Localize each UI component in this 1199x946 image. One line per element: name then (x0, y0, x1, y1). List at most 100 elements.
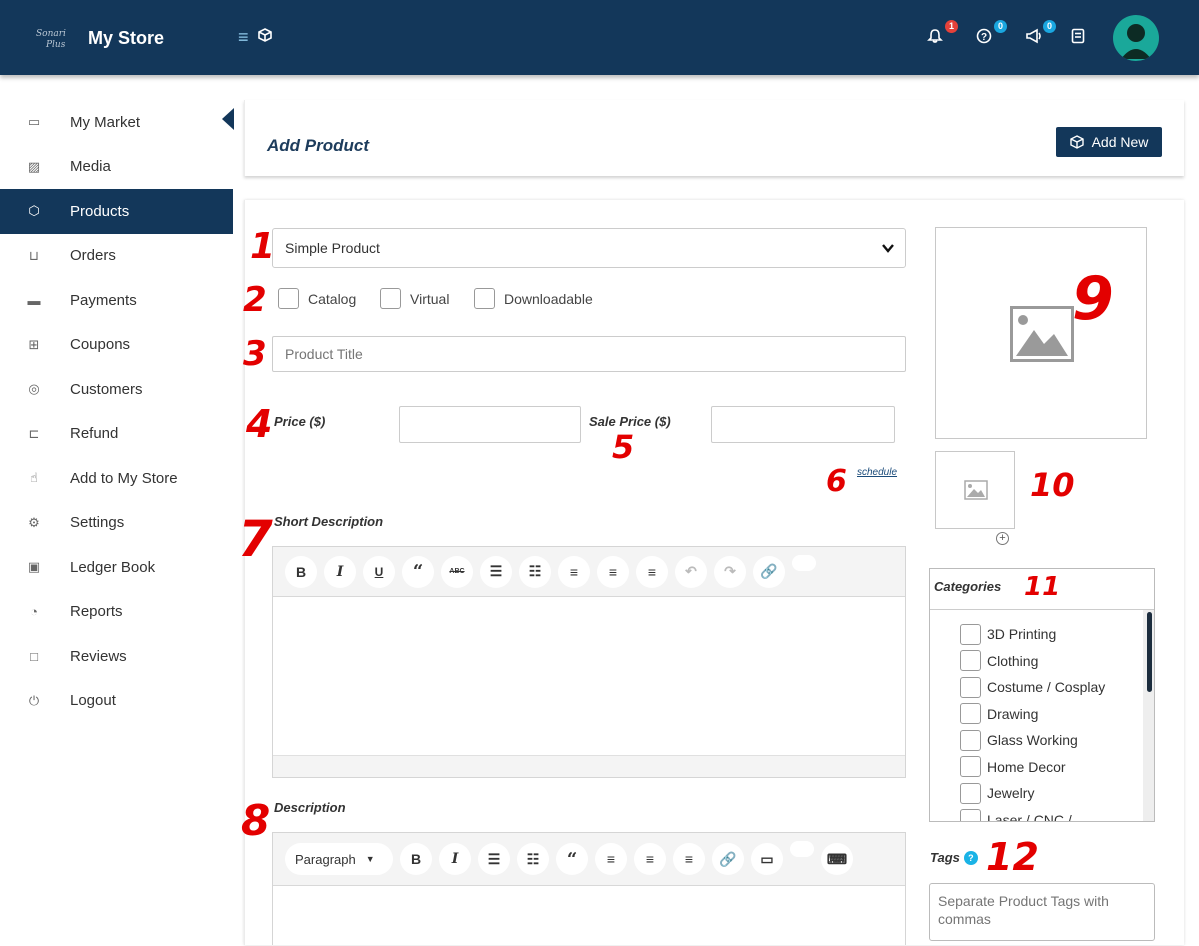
bullet-list-button[interactable]: ☰ (480, 555, 512, 588)
product-title-input[interactable] (272, 336, 906, 372)
store-logo[interactable]: Sonari Plus (36, 26, 80, 50)
short-description-label: Short Description (274, 514, 384, 529)
underline-button[interactable]: U (363, 555, 395, 588)
sidebar-item-add-to-my-store[interactable]: ☝ Add to My Store (0, 456, 233, 501)
italic-button[interactable]: I (324, 555, 356, 588)
downloadable-checkbox-row[interactable]: Downloadable (474, 288, 593, 309)
virtual-checkbox[interactable] (380, 288, 401, 309)
schedule-link[interactable]: schedule (857, 467, 897, 478)
category-checkbox[interactable] (960, 650, 981, 672)
description-content[interactable] (273, 886, 905, 946)
link-button[interactable]: 🔗 (753, 555, 785, 588)
tags-input[interactable] (929, 883, 1155, 941)
category-checkbox[interactable] (960, 703, 981, 725)
short-description-content[interactable] (273, 597, 905, 755)
category-item[interactable]: 3D Printing (960, 621, 1154, 648)
category-checkbox[interactable] (960, 729, 981, 751)
link-button[interactable]: 🔗 (712, 843, 744, 875)
category-item[interactable]: Home Decor (960, 754, 1154, 781)
strikethrough-button[interactable]: ABC (441, 555, 473, 588)
hamburger-menu-icon[interactable]: ≡ (238, 27, 249, 48)
user-avatar[interactable] (1113, 15, 1159, 61)
price-input[interactable] (399, 406, 581, 443)
category-checkbox[interactable] (960, 676, 981, 698)
sidebar-item-logout[interactable]: ⏻ Logout (0, 679, 233, 724)
sidebar: ▭ My Market ▨ Media ⬡ Products ⊔ Orders ▬ Pay… (0, 100, 233, 723)
align-left-button[interactable]: ≡ (558, 555, 590, 588)
category-checkbox[interactable] (960, 756, 981, 778)
sidebar-item-reports[interactable]: ◔ Reports (0, 590, 233, 635)
sidebar-item-customers[interactable]: ◎ Customers (0, 367, 233, 412)
downloadable-checkbox[interactable] (474, 288, 495, 309)
sidebar-item-coupons[interactable]: ⊞ Coupons (0, 323, 233, 368)
category-label: 3D Printing (987, 626, 1057, 643)
sidebar-item-payments[interactable]: ▬ Payments (0, 278, 233, 323)
hand-pointer-icon: ☝ (30, 470, 38, 486)
sidebar-item-label: Media (70, 158, 111, 176)
category-item[interactable]: Clothing (960, 648, 1154, 675)
image-placeholder-icon (964, 480, 988, 500)
category-item[interactable]: Laser / CNC / (960, 807, 1154, 821)
catalog-checkbox[interactable] (278, 288, 299, 309)
sidebar-item-refund[interactable]: ⊏ Refund (0, 412, 233, 457)
categories-box: Categories 3D Printing Clothing Costume … (929, 568, 1155, 822)
sale-price-input[interactable] (711, 406, 895, 443)
help-circle-icon[interactable]: ? 0 (976, 20, 1007, 50)
notification-bell-icon[interactable]: 1 (927, 20, 958, 50)
numbered-list-button[interactable]: ☷ (519, 555, 551, 588)
clipboard-icon[interactable] (1071, 28, 1093, 50)
cube-icon[interactable] (258, 28, 272, 47)
bold-button[interactable]: B (400, 843, 432, 875)
sidebar-item-ledger-book[interactable]: ▣ Ledger Book (0, 545, 233, 590)
product-type-value: Simple Product (285, 240, 380, 256)
undo-button[interactable]: ↶ (675, 555, 707, 588)
category-item[interactable]: Costume / Cosplay (960, 674, 1154, 701)
paragraph-format-select[interactable]: Paragraph ▼ (285, 843, 393, 875)
category-checkbox[interactable] (960, 782, 981, 804)
downloadable-label: Downloadable (504, 290, 593, 307)
gallery-image-upload[interactable] (935, 451, 1015, 529)
info-icon[interactable]: ? (963, 850, 978, 865)
redo-button[interactable]: ↷ (714, 555, 746, 588)
align-center-button[interactable]: ≡ (634, 843, 666, 875)
category-item[interactable]: Drawing (960, 701, 1154, 728)
align-left-button[interactable]: ≡ (595, 843, 627, 875)
chevron-down-icon (882, 244, 894, 253)
align-right-button[interactable]: ≡ (673, 843, 705, 875)
image-icon: ▨ (27, 158, 41, 174)
sidebar-item-media[interactable]: ▨ Media (0, 145, 233, 190)
scroll-thumb[interactable] (1147, 612, 1152, 692)
megaphone-icon[interactable]: 0 (1025, 20, 1056, 50)
align-center-button[interactable]: ≡ (597, 555, 629, 588)
brand-name[interactable]: My Store (88, 28, 164, 49)
bullet-list-button[interactable]: ☰ (478, 843, 510, 875)
categories-scrollbar[interactable] (1143, 610, 1154, 821)
svg-text:?: ? (981, 32, 987, 43)
align-right-button[interactable]: ≡ (636, 555, 668, 588)
category-checkbox[interactable] (960, 809, 981, 821)
add-gallery-image-icon[interactable]: + (996, 532, 1009, 545)
sidebar-item-label: Refund (70, 425, 119, 443)
italic-button[interactable]: I (439, 843, 471, 875)
toolbar-toggle-button[interactable] (790, 841, 814, 857)
sidebar-item-my-market[interactable]: ▭ My Market (0, 100, 233, 145)
sidebar-item-settings[interactable]: ⚙ Settings (0, 501, 233, 546)
blockquote-button[interactable]: “ (402, 555, 434, 588)
toolbar-toggle-button[interactable] (792, 555, 816, 571)
sidebar-item-orders[interactable]: ⊔ Orders (0, 234, 233, 279)
catalog-checkbox-row[interactable]: Catalog (278, 288, 356, 309)
keyboard-icon[interactable]: ⌨ (821, 843, 853, 875)
category-item[interactable]: Jewelry (960, 780, 1154, 807)
bold-button[interactable]: B (285, 555, 317, 588)
add-new-button[interactable]: Add New (1056, 127, 1162, 157)
sidebar-item-products[interactable]: ⬡ Products (0, 189, 233, 234)
numbered-list-button[interactable]: ☷ (517, 843, 549, 875)
featured-image-upload[interactable] (935, 227, 1147, 439)
product-type-select[interactable]: Simple Product (272, 228, 906, 268)
category-item[interactable]: Glass Working (960, 727, 1154, 754)
virtual-checkbox-row[interactable]: Virtual (380, 288, 449, 309)
sidebar-item-reviews[interactable]: □ Reviews (0, 634, 233, 679)
read-more-button[interactable]: ▭ (751, 843, 783, 875)
blockquote-button[interactable]: “ (556, 843, 588, 875)
category-checkbox[interactable] (960, 623, 981, 645)
